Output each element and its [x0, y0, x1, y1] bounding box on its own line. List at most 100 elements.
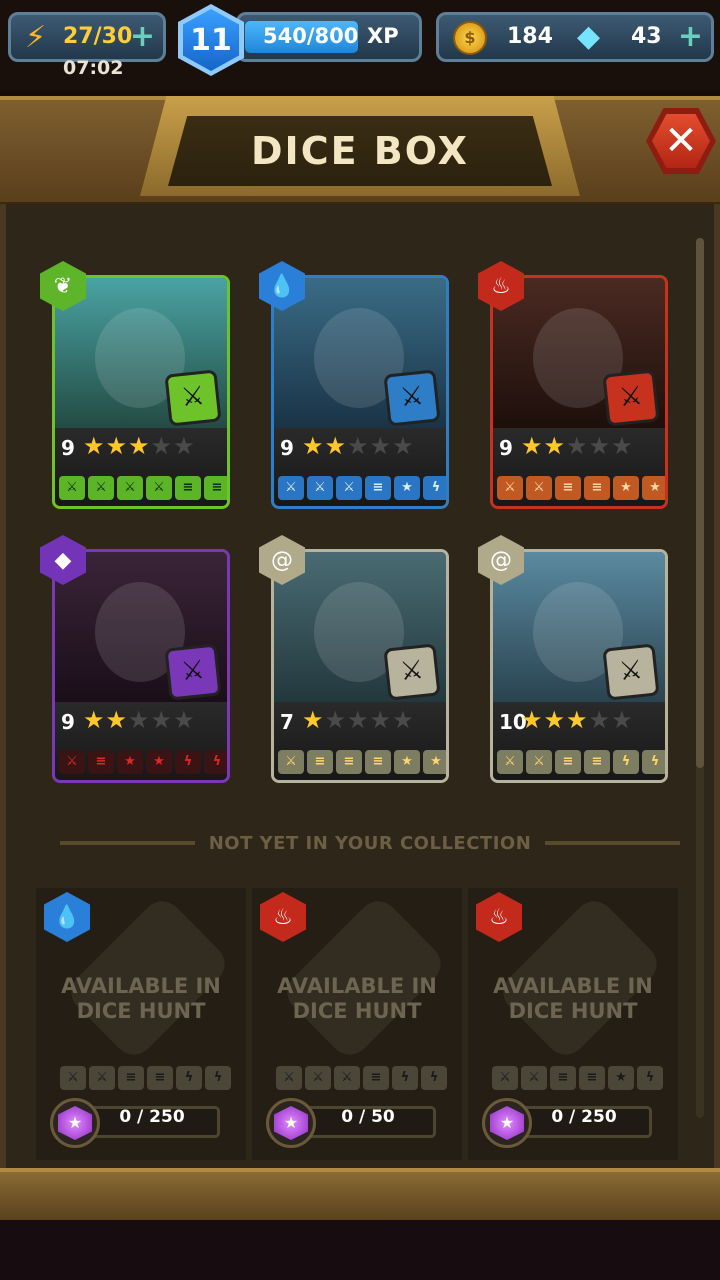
star-icon: ★	[347, 706, 370, 734]
sword-icon: ⚔	[526, 476, 552, 500]
star-icon: ★	[150, 706, 174, 734]
currency-panel[interactable]: $ 184 ◆ 43 +	[436, 12, 714, 62]
dice-faces: ⚔ ≡ ≡ ≡ ★ ★	[278, 750, 446, 774]
availability-message: AVAILABLE IN DICE HUNT	[61, 974, 221, 1023]
dice-icon: ⚔	[383, 369, 441, 427]
dice-level: 7	[280, 710, 294, 734]
page-title: DICE BOX	[251, 129, 469, 173]
star-icon: ★	[369, 706, 393, 734]
dice-faces: ⚔ ⚔ ≡ ≡ ϟ ϟ	[60, 1066, 231, 1090]
title-frame: DICE BOX	[168, 116, 552, 186]
section-divider: NOT YET IN YOUR COLLECTION	[60, 830, 680, 856]
shard-count: 0 / 250	[551, 1107, 617, 1127]
dice-box-screen: ⚡ 27/30 + 07:02 540/800 XP 11 $ 184 ◆ 43…	[0, 0, 720, 1280]
sword-icon: ⚔	[497, 750, 523, 774]
scrollbar-thumb[interactable]	[696, 238, 704, 768]
dice-card-fire[interactable]: ⚔ 9 ★★★★★ ⚔ ⚔ ≡ ≡ ★ ★	[490, 275, 668, 509]
xp-unit: XP	[367, 24, 399, 48]
shard-progress: 0 / 250 ★	[482, 1098, 652, 1148]
sword-icon: ⚔	[59, 750, 85, 774]
sword-icon: ⚔	[497, 476, 523, 500]
coin-count: 184	[507, 24, 553, 49]
star-icon: ★	[642, 476, 665, 500]
shield-icon: ≡	[147, 1066, 173, 1090]
add-gems-icon[interactable]: +	[678, 21, 703, 53]
star-icon: ★	[588, 432, 612, 460]
sword-icon: ⚔	[146, 476, 172, 500]
lightning-icon: ϟ	[176, 1066, 202, 1090]
star-icon: ★	[392, 432, 415, 460]
energy-panel[interactable]: ⚡ 27/30 +	[8, 12, 166, 62]
dice-faces: ⚔ ⚔ ≡ ≡ ★ ★	[497, 476, 665, 500]
star-icon: ★	[611, 706, 634, 734]
dice-card-neutral[interactable]: ⚔ 7 ★★★★★ ⚔ ≡ ≡ ≡ ★ ★	[271, 549, 449, 783]
star-icon: ★	[543, 706, 567, 734]
star-icon: ★	[369, 432, 393, 460]
dice-level: 9	[61, 436, 75, 460]
lightning-icon: ϟ	[392, 1066, 418, 1090]
shield-icon: ≡	[336, 750, 362, 774]
dice-level: 9	[280, 436, 294, 460]
dice-card-water[interactable]: ⚔ 9 ★★★★★ ⚔ ⚔ ⚔ ≡ ★ ϟ	[271, 275, 449, 509]
star-rating: ★★★★★	[521, 708, 634, 732]
star-icon: ★	[394, 476, 420, 500]
sword-icon: ⚔	[305, 1066, 331, 1090]
player-level: 11	[183, 9, 239, 71]
sword-icon: ⚔	[334, 1066, 360, 1090]
star-icon: ★	[588, 706, 612, 734]
dice-icon: ⚔	[164, 369, 222, 427]
shield-icon: ≡	[555, 750, 581, 774]
star-icon: ★	[173, 432, 196, 460]
star-icon: ★	[146, 750, 172, 774]
star-icon: ★	[105, 432, 129, 460]
star-rating: ★★★★★	[521, 434, 634, 458]
star-icon: ★	[394, 750, 420, 774]
player-level-badge[interactable]: 11	[178, 4, 244, 76]
dice-level: 9	[61, 710, 75, 734]
lightning-icon: ϟ	[205, 1066, 231, 1090]
dice-icon: ⚔	[164, 643, 222, 701]
shield-icon: ≡	[204, 476, 227, 500]
availability-message: AVAILABLE IN DICE HUNT	[493, 974, 653, 1023]
sword-icon: ⚔	[278, 750, 304, 774]
shield-icon: ≡	[584, 750, 610, 774]
star-icon: ★	[302, 432, 325, 460]
star-icon: ★	[611, 432, 634, 460]
shield-icon: ≡	[365, 750, 391, 774]
lightning-icon: ϟ	[637, 1066, 663, 1090]
star-icon: ★	[324, 432, 348, 460]
lightning-icon: ϟ	[423, 476, 446, 500]
shard-icon: ★	[266, 1098, 316, 1148]
xp-bar: 540/800 XP	[236, 12, 422, 62]
dice-card-shadow[interactable]: ⚔ 9 ★★★★★ ⚔ ≡ ★ ★ ϟ ϟ	[52, 549, 230, 783]
star-icon: ★	[521, 432, 544, 460]
dice-icon: ⚔	[602, 369, 660, 427]
dice-faces: ⚔ ⚔ ⚔ ≡ ϟ ϟ	[276, 1066, 447, 1090]
star-icon: ★	[117, 750, 143, 774]
sword-icon: ⚔	[60, 1066, 86, 1090]
top-hud: ⚡ 27/30 + 07:02 540/800 XP 11 $ 184 ◆ 43…	[0, 0, 720, 90]
shield-icon: ≡	[550, 1066, 576, 1090]
dice-card-neutral[interactable]: ⚔ 10 ★★★★★ ⚔ ⚔ ≡ ≡ ϟ ϟ	[490, 549, 668, 783]
star-icon: ★	[302, 706, 325, 734]
sword-icon: ⚔	[278, 476, 304, 500]
add-energy-icon[interactable]: +	[130, 21, 155, 53]
shard-icon: ★	[50, 1098, 100, 1148]
shield-icon: ≡	[307, 750, 333, 774]
dice-faces: ⚔ ⚔ ⚔ ≡ ★ ϟ	[278, 476, 446, 500]
lightning-icon: ϟ	[421, 1066, 447, 1090]
star-icon: ★	[608, 1066, 634, 1090]
dice-card-nature[interactable]: ⚔ 9 ★★★★★ ⚔ ⚔ ⚔ ⚔ ≡ ≡	[52, 275, 230, 509]
star-icon: ★	[150, 432, 174, 460]
lightning-icon: ϟ	[204, 750, 227, 774]
sword-icon: ⚔	[526, 750, 552, 774]
dice-icon: ⚔	[602, 643, 660, 701]
dice-faces: ⚔ ⚔ ≡ ≡ ϟ ϟ	[497, 750, 665, 774]
star-icon: ★	[521, 706, 544, 734]
star-rating: ★★★★★	[302, 434, 415, 458]
dice-level: 9	[499, 436, 513, 460]
star-icon: ★	[83, 432, 106, 460]
coin-icon: $	[453, 21, 487, 55]
dice-icon: ⚔	[383, 643, 441, 701]
sword-icon: ⚔	[59, 476, 85, 500]
